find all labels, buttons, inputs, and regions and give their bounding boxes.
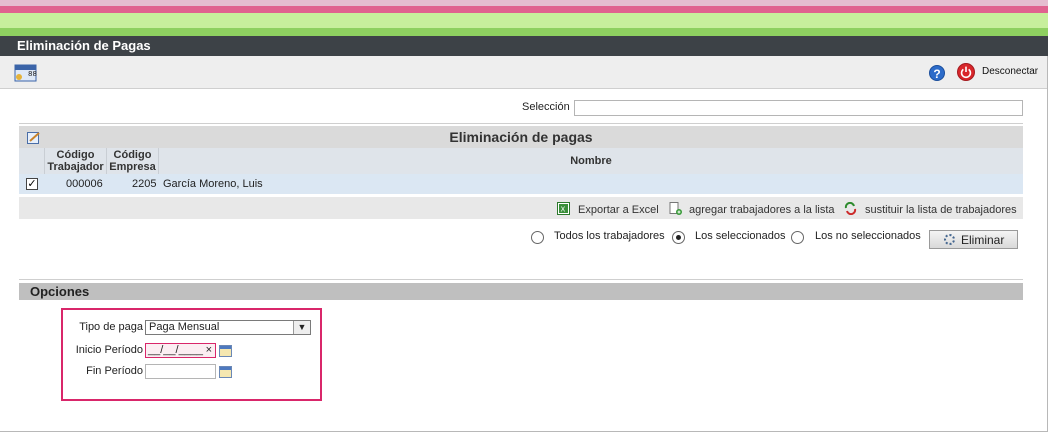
- delete-button[interactable]: Eliminar: [929, 230, 1018, 249]
- calendar-icon[interactable]: [219, 366, 232, 378]
- inicio-periodo-input[interactable]: __/__/____ ×: [145, 343, 216, 358]
- column-header-line: Nombre: [570, 155, 612, 167]
- chevron-down-icon[interactable]: ▼: [293, 321, 310, 334]
- fin-periodo-label: Fin Período: [86, 365, 143, 377]
- gear-icon: [944, 234, 955, 245]
- radio-not-selected-workers-label: Los no seleccionados: [815, 230, 921, 242]
- fin-periodo-input[interactable]: [145, 364, 216, 379]
- header-stripe-light-green: [0, 13, 1048, 28]
- calendar-report-icon[interactable]: 88: [14, 64, 37, 82]
- grid-header: Eliminación de pagas: [19, 126, 1023, 148]
- export-excel-link[interactable]: Exportar a Excel: [578, 204, 659, 216]
- column-header-line: Código: [56, 149, 95, 161]
- inicio-periodo-label: Inicio Período: [75, 344, 143, 356]
- row-checkbox[interactable]: ✓: [26, 178, 38, 190]
- delete-button-label: Eliminar: [961, 233, 1005, 247]
- cell-codigo-empresa: 2205: [132, 178, 157, 190]
- radio-all-workers-label: Todos los trabajadores: [554, 230, 665, 242]
- tipo-paga-label: Tipo de paga: [79, 321, 143, 333]
- selection-input[interactable]: [574, 100, 1023, 116]
- excel-icon[interactable]: X: [557, 202, 570, 215]
- radio-selected-workers[interactable]: [672, 231, 685, 244]
- column-header-codigo-trabajador[interactable]: Código Trabajador: [45, 148, 107, 174]
- clear-icon[interactable]: ×: [206, 344, 212, 357]
- options-section-title: Opciones: [19, 283, 1023, 300]
- radio-all-workers[interactable]: [531, 231, 544, 244]
- radio-not-selected-workers[interactable]: [791, 231, 804, 244]
- power-icon[interactable]: [957, 63, 975, 81]
- add-workers-link[interactable]: agregar trabajadores a la lista: [689, 204, 835, 216]
- cell-nombre: García Moreno, Luis: [163, 178, 263, 190]
- divider: [19, 123, 1023, 124]
- selection-label: Selección: [522, 101, 570, 113]
- radio-selected-workers-label: Los seleccionados: [695, 230, 786, 242]
- svg-text:X: X: [561, 206, 566, 214]
- replace-arrows-icon[interactable]: [844, 202, 857, 215]
- add-document-icon[interactable]: [669, 202, 682, 215]
- grid-title: Eliminación de pagas: [449, 129, 593, 145]
- column-header-codigo-empresa[interactable]: Código Empresa: [107, 148, 159, 174]
- window-title: Eliminación de Pagas: [0, 36, 1048, 56]
- column-header-line: Empresa: [109, 161, 156, 173]
- grid-action-bar: X Exportar a Excel agregar trabajadores …: [19, 197, 1023, 219]
- tipo-paga-selected-value: Paga Mensual: [149, 321, 220, 333]
- tipo-paga-select[interactable]: Paga Mensual ▼: [145, 320, 311, 335]
- help-icon[interactable]: ?: [929, 65, 945, 81]
- header-stripe-pink: [0, 6, 1048, 13]
- header-stripe-green: [0, 28, 1048, 36]
- inicio-periodo-value: __/__/____: [148, 344, 204, 356]
- cell-codigo-trabajador: 000006: [66, 178, 103, 190]
- column-header-line: Código: [113, 149, 152, 161]
- replace-list-link[interactable]: sustituir la lista de trabajadores: [865, 204, 1017, 216]
- calendar-icon[interactable]: [219, 345, 232, 357]
- table-row[interactable]: ✓ 000006 2205 García Moreno, Luis: [19, 174, 1023, 194]
- column-header-line: Trabajador: [47, 161, 104, 173]
- toolbar: 88 ? Desconectar: [0, 56, 1047, 89]
- divider: [19, 279, 1023, 280]
- svg-text:88: 88: [28, 70, 37, 78]
- select-column-header: [19, 148, 45, 174]
- column-header-nombre[interactable]: Nombre: [159, 148, 1023, 174]
- disconnect-link[interactable]: Desconectar: [982, 66, 1038, 77]
